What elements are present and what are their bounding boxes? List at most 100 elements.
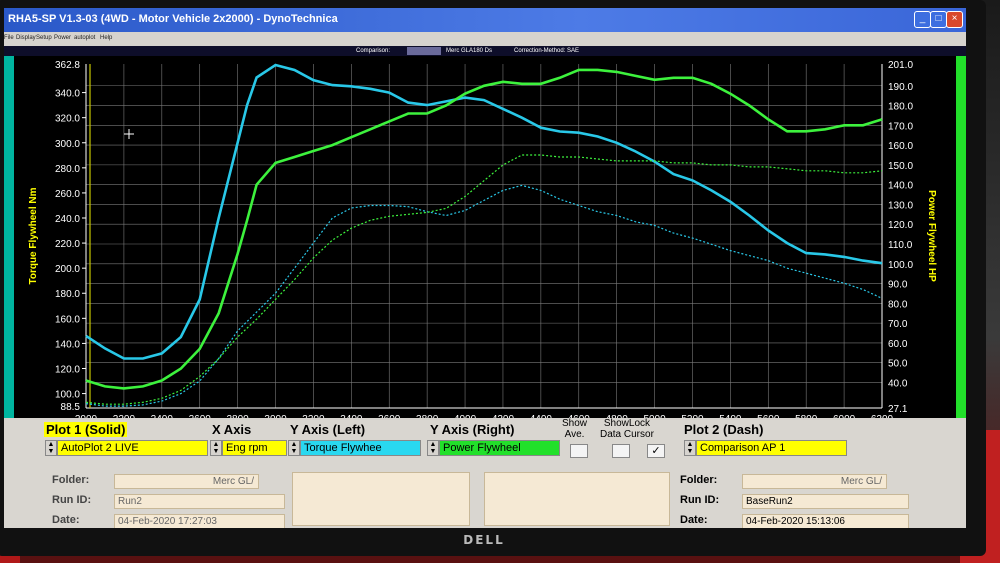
y-tick-label: 120.0: [55, 364, 80, 375]
xaxis-label: X Axis: [212, 422, 252, 437]
menu-help[interactable]: Help: [100, 35, 112, 41]
y-tick-label: 240.0: [55, 214, 80, 225]
menu-bar: File Display Setup Power autoplot Help: [4, 32, 966, 46]
x-tick-label: 2600: [189, 414, 212, 418]
y-tick-label: 340.0: [55, 89, 80, 100]
folder1-label: Folder:: [52, 474, 90, 486]
folder2-field[interactable]: Merc GL/: [742, 474, 887, 489]
x-tick-label: 3000: [264, 414, 287, 418]
screen: RHA5-SP V1.3-03 (4WD - Motor Vehicle 2x2…: [4, 8, 966, 528]
comparison-label: Comparison:: [356, 48, 391, 54]
notes-box-1[interactable]: [292, 472, 470, 526]
x-tick-label: 5400: [719, 414, 742, 418]
plot2-select[interactable]: Comparison AP 1: [696, 440, 847, 456]
y2-tick-label: 70.0: [888, 319, 908, 330]
menu-file[interactable]: File: [4, 35, 14, 41]
x-tick-label: 3600: [378, 414, 401, 418]
y2-tick-label: 180.0: [888, 102, 913, 113]
show-cursor-checkbox[interactable]: [612, 444, 630, 458]
menu-autoplot[interactable]: autoplot: [74, 35, 95, 41]
chart-background: [14, 56, 956, 418]
control-panel: Plot 1 (Solid) ▲ ▼ AutoPlot 2 LIVE X Axis…: [4, 418, 966, 528]
x-tick-label: 4400: [530, 414, 553, 418]
date2-label: Date:: [680, 514, 708, 526]
x-tick-label: 2800: [226, 414, 249, 418]
y2-tick-label: 120.0: [888, 220, 913, 231]
y-tick-label: 140.0: [55, 339, 80, 350]
y-tick-label: 160.0: [55, 314, 80, 325]
x-tick-label: 4000: [454, 414, 477, 418]
x-tick-label: 5800: [795, 414, 818, 418]
yleft-label: Y Axis (Left): [290, 422, 366, 437]
notes-box-2[interactable]: [484, 472, 670, 526]
menu-setup[interactable]: Setup: [36, 35, 52, 41]
runid1-field[interactable]: Run2: [114, 494, 285, 509]
y2-tick-label: 140.0: [888, 181, 913, 192]
x-tick-label: 6000: [833, 414, 856, 418]
y2-tick-label: 130.0: [888, 200, 913, 211]
menu-power[interactable]: Power: [54, 35, 71, 41]
y2-top-label: 201.0: [888, 60, 913, 71]
comparison-swatch: [407, 47, 441, 55]
info-bar: Comparison: Merc GLA180 Ds Correction-Me…: [4, 46, 966, 56]
runid2-field[interactable]: BaseRun2: [742, 494, 909, 509]
yright-spinner-icon[interactable]: ▲ ▼: [427, 440, 439, 456]
y2-tick-label: 50.0: [888, 359, 908, 370]
date1-field[interactable]: 04-Feb-2020 17:27:03: [114, 514, 285, 528]
y2-axis-title: Power Flywheel HP: [926, 190, 937, 282]
folder2-label: Folder:: [680, 474, 718, 486]
x-tick-label: 3200: [302, 414, 325, 418]
folder1-field[interactable]: Merc GL/: [114, 474, 259, 489]
show-ave-checkbox[interactable]: [570, 444, 588, 458]
plot2-label: Plot 2 (Dash): [684, 422, 764, 437]
right-color-strip: [956, 56, 966, 418]
y-bottom-label: 88.5: [61, 402, 81, 413]
plot1-spinner-icon[interactable]: ▲ ▼: [45, 440, 57, 456]
dell-logo: DELL: [463, 533, 505, 547]
xaxis-spinner-icon[interactable]: ▲ ▼: [210, 440, 222, 456]
x-tick-label: 2400: [151, 414, 174, 418]
x-tick-label: 5200: [681, 414, 704, 418]
dyno-chart[interactable]: 2000 2200 2400 2600 2800 3000 3200 3400 3600 3800…: [14, 56, 956, 418]
show-ave-label: Show Ave.: [562, 418, 588, 440]
yright-select[interactable]: Power Flywheel: [439, 440, 560, 456]
y-tick-label: 320.0: [55, 114, 80, 125]
yright-label: Y Axis (Right): [430, 422, 515, 437]
menu-display[interactable]: Display: [16, 35, 36, 41]
yleft-select[interactable]: Torque Flywhee: [300, 440, 421, 456]
x-tick-label: 3800: [416, 414, 439, 418]
x-tick-label: 4200: [492, 414, 515, 418]
title-bar[interactable]: RHA5-SP V1.3-03 (4WD - Motor Vehicle 2x2…: [4, 8, 966, 32]
y2-tick-label: 170.0: [888, 121, 913, 132]
y-tick-label: 100.0: [55, 390, 80, 401]
close-button[interactable]: ×: [946, 11, 963, 28]
yleft-spinner-icon[interactable]: ▲ ▼: [288, 440, 300, 456]
y2-tick-label: 60.0: [888, 339, 908, 350]
y2-tick-label: 160.0: [888, 141, 913, 152]
maximize-button[interactable]: □: [930, 11, 947, 28]
y-tick-label: 220.0: [55, 239, 80, 250]
window-title: RHA5-SP V1.3-03 (4WD - Motor Vehicle 2x2…: [8, 13, 338, 25]
lock-cursor-checkbox[interactable]: ✓: [647, 444, 665, 458]
comparison-value: Merc GLA180 Ds: [446, 48, 493, 54]
x-tick-label: 2200: [113, 414, 136, 418]
xaxis-select[interactable]: Eng rpm: [222, 440, 287, 456]
correction-method: Correction-Method: SAE: [514, 48, 580, 54]
y2-tick-label: 150.0: [888, 161, 913, 172]
y2-tick-label: 100.0: [888, 260, 913, 271]
y-top-label: 362.8: [55, 60, 80, 71]
runid1-label: Run ID:: [52, 494, 92, 506]
y2-tick-label: 40.0: [888, 378, 908, 389]
y2-tick-label: 190.0: [888, 82, 913, 93]
monitor-bezel: RHA5-SP V1.3-03 (4WD - Motor Vehicle 2x2…: [0, 0, 986, 556]
date1-label: Date:: [52, 514, 80, 526]
y-tick-label: 200.0: [55, 264, 80, 275]
y-tick-label: 260.0: [55, 189, 80, 200]
date2-field[interactable]: 04-Feb-2020 15:13:06: [742, 514, 909, 528]
plot1-select[interactable]: AutoPlot 2 LIVE: [57, 440, 208, 456]
y-tick-label: 280.0: [55, 164, 80, 175]
y2-tick-label: 90.0: [888, 280, 908, 291]
y-tick-label: 180.0: [55, 289, 80, 300]
minimize-button[interactable]: _: [914, 11, 931, 28]
plot2-spinner-icon[interactable]: ▲ ▼: [684, 440, 696, 456]
